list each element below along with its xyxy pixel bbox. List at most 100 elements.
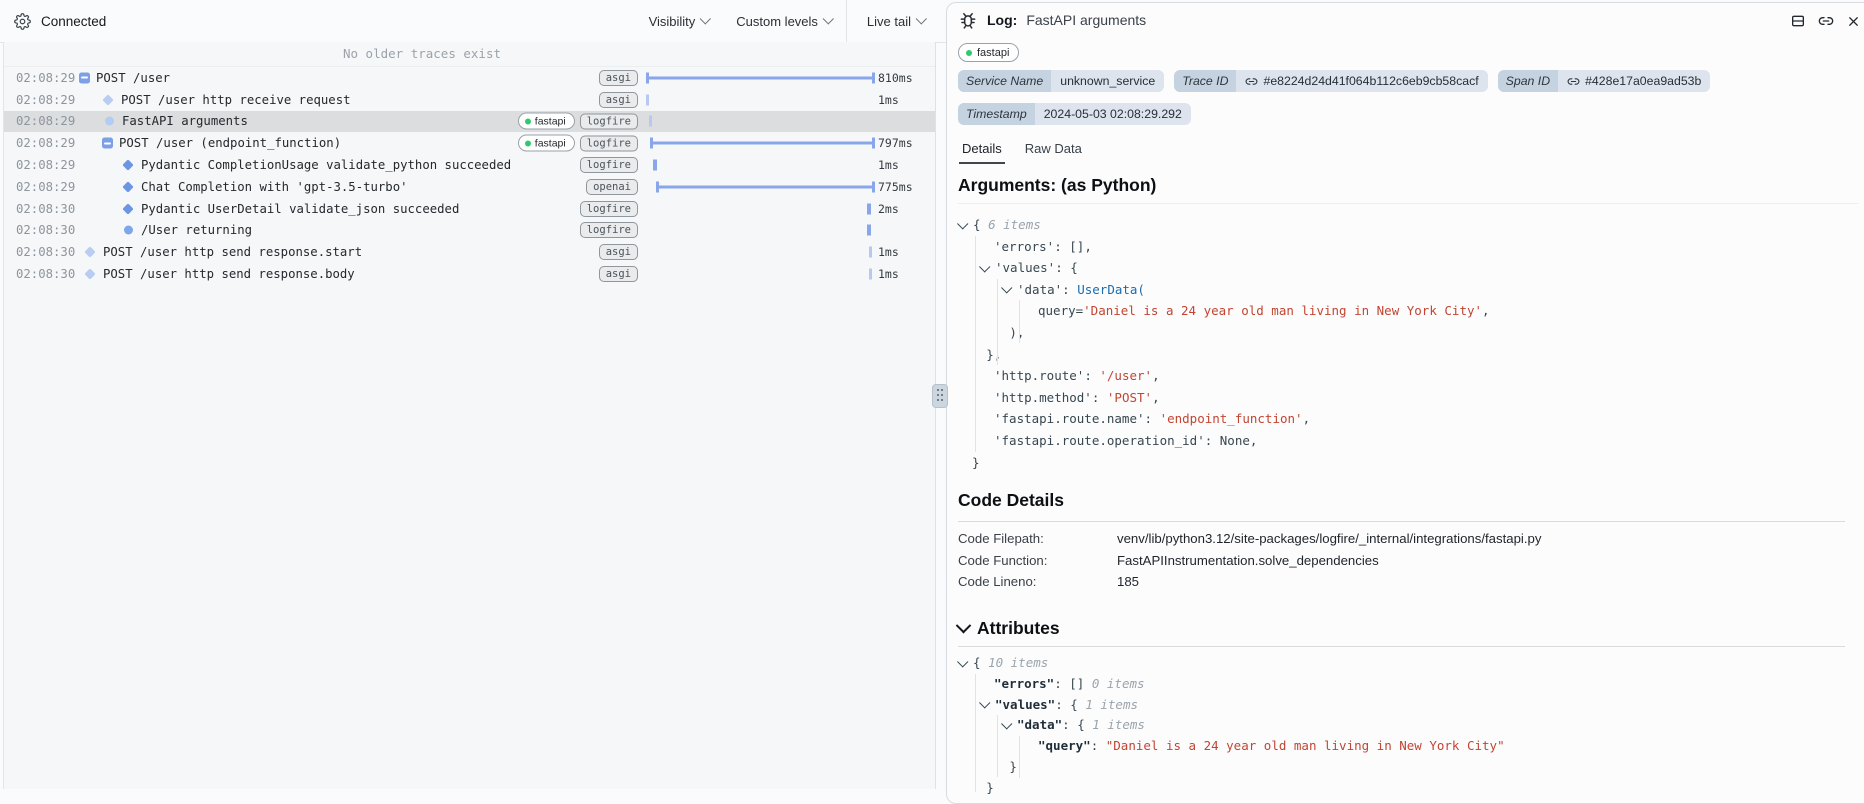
duration-bar	[867, 203, 871, 214]
live-tail-dropdown[interactable]: Live tail	[847, 0, 946, 42]
trace-row[interactable]: 02:08:29Chat Completion with 'gpt-3.5-tu…	[4, 176, 935, 198]
top-bar-controls: Visibility Custom levels Live tail	[636, 0, 946, 42]
indent-guide	[1019, 300, 1020, 343]
detail-tabs: Details Raw Data	[959, 141, 1085, 164]
tab-raw-data[interactable]: Raw Data	[1022, 141, 1085, 164]
chevron-down-icon	[700, 13, 711, 24]
trace-timestamp: 02:08:30	[16, 245, 75, 259]
circle-icon[interactable]	[105, 117, 114, 126]
attributes-heading[interactable]: Attributes	[958, 618, 1060, 639]
collapse-caret-icon[interactable]	[1001, 283, 1012, 294]
trace-row[interactable]: 02:08:29POST /userasgi810ms	[4, 67, 935, 89]
detail-value: venv/lib/python3.12/site-packages/logfir…	[1117, 528, 1541, 550]
split-panel-icon[interactable]	[1790, 13, 1806, 29]
detail-header: Log: FastAPI arguments	[958, 10, 1146, 30]
code-line: 'fastapi.route.operation_id': None,	[958, 430, 1858, 452]
divider	[958, 521, 1845, 522]
trace-timestamp: 02:08:29	[16, 93, 75, 107]
collapse-caret-icon[interactable]	[957, 218, 968, 229]
trace-row[interactable]: 02:08:30Pydantic UserDetail validate_jso…	[4, 198, 935, 220]
indent-guide	[975, 674, 976, 792]
tab-details[interactable]: Details	[959, 141, 1005, 164]
collapse-caret-icon[interactable]	[979, 261, 990, 272]
trace-row[interactable]: 02:08:29POST /user (endpoint_function)fa…	[4, 132, 935, 154]
trace-id-chip[interactable]: Trace ID#e8224d24d41f064b112c6eb9cb58cac…	[1174, 70, 1487, 92]
scope-badge: logfire	[580, 135, 638, 151]
scope-badge: asgi	[599, 92, 638, 108]
tag-badge: fastapi	[518, 113, 575, 130]
trace-row[interactable]: 02:08:30POST /user http send response.bo…	[4, 263, 935, 285]
code-lineno-row: Code Lineno:185	[958, 571, 1845, 593]
code-line: { 10 items	[958, 653, 1858, 674]
custom-levels-dropdown[interactable]: Custom levels	[723, 0, 846, 42]
scope-badge: openai	[586, 179, 638, 195]
panel-resize-handle[interactable]	[932, 384, 948, 408]
bug-icon	[958, 10, 978, 30]
trace-timestamp: 02:08:30	[16, 223, 75, 237]
duration-bar	[649, 116, 652, 127]
trace-row[interactable]: 02:08:29Pydantic CompletionUsage validat…	[4, 154, 935, 176]
attributes-json-code: { 10 items"errors": [] 0 items"values": …	[958, 653, 1858, 799]
diamond-icon[interactable]	[102, 94, 113, 105]
chip-value: 2024-05-03 02:08:29.292	[1035, 103, 1191, 125]
trace-row[interactable]: 02:08:29FastAPI argumentsfastapilogfire	[4, 111, 935, 133]
scope-badge: logfire	[580, 222, 638, 238]
minus-icon[interactable]	[102, 138, 113, 149]
trace-timestamp: 02:08:29	[16, 71, 75, 85]
trace-label: POST /user (endpoint_function)	[119, 136, 341, 150]
diamond-icon[interactable]	[122, 203, 133, 214]
chip-value: unknown_service	[1051, 70, 1164, 92]
detail-key: Code Filepath:	[958, 528, 1117, 550]
circle-icon[interactable]	[124, 226, 133, 235]
detail-actions	[1790, 13, 1861, 29]
fastapi-tag-badge[interactable]: fastapi	[958, 43, 1019, 62]
chip-label: Timestamp	[958, 103, 1035, 125]
gear-icon[interactable]	[14, 13, 31, 30]
trace-badges: logfire	[580, 157, 638, 173]
trace-badges: asgi	[599, 266, 638, 282]
trace-badges: logfire	[580, 222, 638, 238]
chip-label: Trace ID	[1174, 70, 1236, 92]
connection-status: Connected	[14, 13, 106, 30]
copy-link-icon[interactable]	[1818, 13, 1834, 29]
chip-label: Service Name	[958, 70, 1051, 92]
code-line: "data": { 1 items	[958, 715, 1858, 736]
duration-label: 1ms	[878, 267, 899, 281]
duration-bar	[646, 94, 649, 105]
trace-label: Pydantic UserDetail validate_json succee…	[141, 202, 459, 216]
visibility-dropdown[interactable]: Visibility	[636, 0, 724, 42]
diamond-icon[interactable]	[84, 247, 95, 258]
code-line: 'data': UserData(	[958, 279, 1858, 301]
indent-guide	[1019, 736, 1020, 778]
trace-row[interactable]: 02:08:30POST /user http send response.st…	[4, 241, 935, 263]
code-line: "values": { 1 items	[958, 695, 1858, 716]
meta-chips-row-1: Service Nameunknown_service Trace ID#e822…	[958, 70, 1710, 92]
chip-value: #428e17a0ea9ad53b	[1558, 70, 1710, 92]
scope-badge: asgi	[599, 244, 638, 260]
collapse-caret-icon[interactable]	[979, 697, 990, 708]
code-line: 'fastapi.route.name': 'endpoint_function…	[958, 408, 1858, 430]
diamond-icon[interactable]	[84, 268, 95, 279]
diamond-icon[interactable]	[122, 159, 133, 170]
trace-label: /User returning	[141, 223, 252, 237]
duration-label: 2ms	[878, 202, 899, 216]
trace-timestamp: 02:08:29	[16, 114, 75, 128]
green-dot-icon	[525, 140, 531, 146]
tag-badge: fastapi	[518, 135, 575, 152]
collapse-caret-icon[interactable]	[1001, 718, 1012, 729]
duration-bar	[867, 225, 871, 236]
duration-bar	[653, 160, 657, 171]
trace-label: POST /user http send response.body	[103, 267, 355, 281]
chevron-down-icon	[823, 13, 834, 24]
link-icon	[1245, 75, 1258, 88]
trace-row[interactable]: 02:08:30/User returning logfire	[4, 220, 935, 242]
code-line: }	[958, 757, 1858, 778]
duration-bar	[869, 269, 872, 280]
minus-icon[interactable]	[79, 72, 90, 83]
span-id-chip[interactable]: Span ID#428e17a0ea9ad53b	[1498, 70, 1711, 92]
close-icon[interactable]	[1846, 14, 1861, 29]
diamond-icon[interactable]	[122, 181, 133, 192]
link-icon	[1567, 75, 1580, 88]
trace-row[interactable]: 02:08:29POST /user http receive requesta…	[4, 89, 935, 111]
collapse-caret-icon[interactable]	[957, 656, 968, 667]
